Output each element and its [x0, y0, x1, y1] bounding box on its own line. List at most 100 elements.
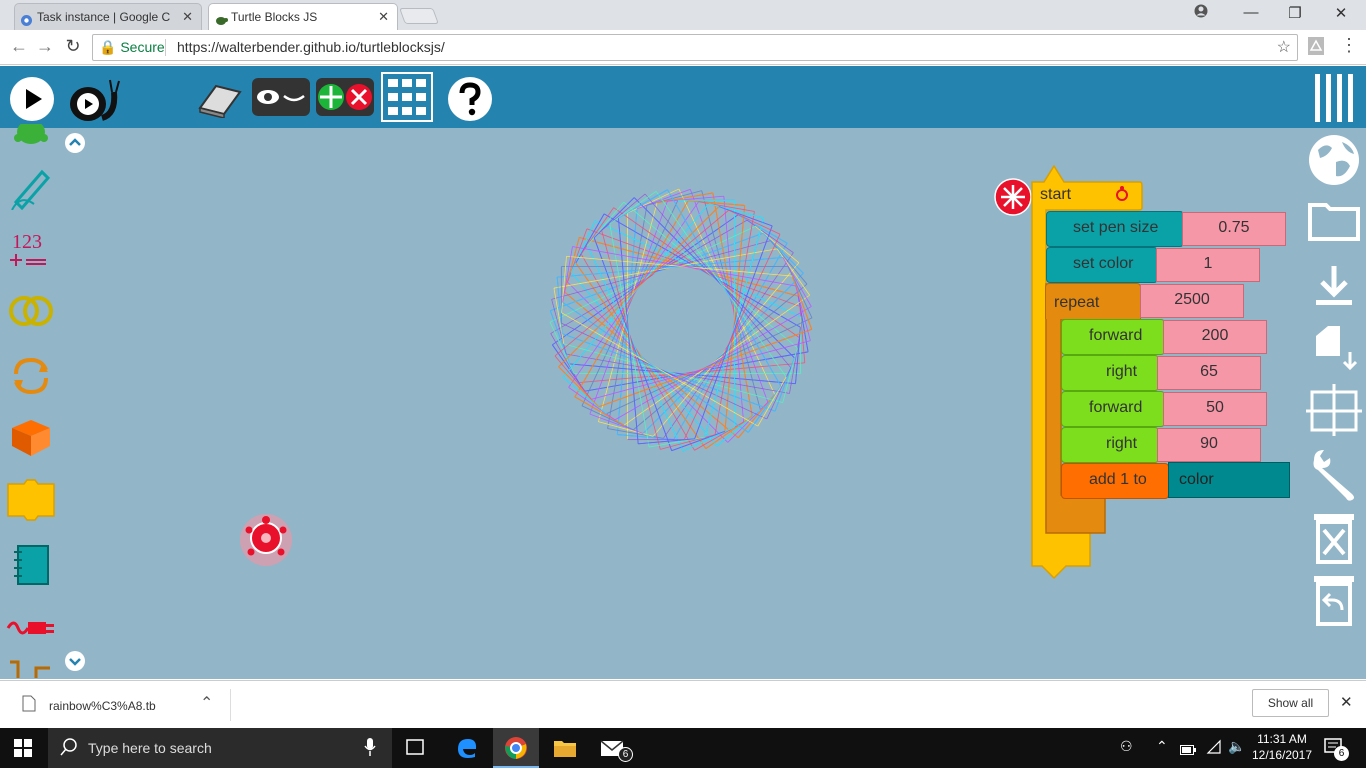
new-tab-button[interactable]	[399, 8, 439, 24]
restore-icon[interactable]: ❐	[1280, 4, 1310, 22]
notebook-icon	[14, 545, 49, 585]
chrome-taskbar-icon[interactable]	[493, 728, 539, 768]
block-label: set pen size	[1073, 219, 1159, 236]
palette-flow[interactable]	[6, 352, 56, 398]
block-label: forward	[1089, 327, 1143, 344]
divider	[230, 689, 231, 721]
edge-icon[interactable]	[456, 737, 478, 764]
save-as-button[interactable]	[1306, 322, 1362, 378]
forward-value[interactable]: 200	[1163, 320, 1267, 354]
back-icon[interactable]: ←	[8, 36, 30, 57]
account-icon[interactable]	[1186, 4, 1216, 22]
palette-extras[interactable]	[6, 658, 56, 679]
run-slow-button[interactable]	[66, 74, 122, 131]
palette-action[interactable]	[6, 478, 56, 524]
forward-icon[interactable]: →	[34, 36, 56, 57]
taskbar-search-box[interactable]: Type here to search	[48, 728, 392, 768]
wrench-icon	[1313, 450, 1354, 501]
spiro-line	[737, 394, 776, 439]
clear-button[interactable]	[194, 78, 244, 123]
grid-icon	[381, 72, 433, 122]
bookmark-star-icon[interactable]: ☆	[1277, 35, 1291, 60]
clock-date: 12/16/2017	[1251, 748, 1313, 762]
show-all-button[interactable]: Show all	[1252, 689, 1329, 717]
right-value[interactable]: 65	[1157, 356, 1261, 390]
repeat-count-value[interactable]: 2500	[1140, 284, 1244, 318]
palette-media[interactable]	[6, 542, 56, 588]
turtle-canvas[interactable]: start set pen size 0.75 set color 1 repe…	[0, 128, 1366, 679]
collapse-stack-button[interactable]	[994, 178, 1032, 221]
grid-button[interactable]	[381, 72, 433, 127]
palette-pen[interactable]	[6, 164, 56, 211]
collapse-icon	[994, 178, 1032, 216]
mail-icon[interactable]: 6	[600, 738, 633, 763]
microphone-icon[interactable]	[364, 738, 376, 761]
main-menu-button[interactable]	[1310, 70, 1358, 131]
file-explorer-icon[interactable]	[553, 738, 577, 763]
forward-value[interactable]: 50	[1163, 392, 1267, 426]
globe-icon	[1309, 135, 1359, 185]
close-icon[interactable]: ✕	[1340, 693, 1353, 711]
load-project-button[interactable]	[1306, 193, 1362, 249]
tab-turtle-blocks[interactable]: Turtle Blocks JS ✕	[208, 3, 398, 30]
mail-badge: 6	[618, 747, 633, 762]
show-grid-button[interactable]	[1306, 382, 1362, 438]
palette-turtle[interactable]	[6, 124, 56, 148]
chevron-up-icon[interactable]: ⌃	[1156, 738, 1168, 755]
crosshair-grid-icon	[1306, 384, 1362, 436]
palette-boolean[interactable]	[6, 288, 56, 334]
volume-icon[interactable]: 🔈	[1228, 738, 1245, 755]
color-box-value[interactable]: color	[1168, 462, 1290, 498]
wifi-icon[interactable]	[1206, 739, 1222, 760]
trash-button[interactable]	[1306, 510, 1362, 566]
restore-icon	[1314, 576, 1354, 626]
minimize-icon[interactable]: —	[1236, 4, 1266, 21]
palette-box[interactable]	[6, 414, 56, 460]
windows-start-button[interactable]	[14, 739, 32, 762]
expand-collapse-button[interactable]	[316, 76, 374, 123]
palette-number[interactable]: 123	[6, 226, 56, 272]
restore-trash-button[interactable]	[1306, 572, 1362, 628]
url-input[interactable]: 🔒 Secure https://walterbender.github.io/…	[92, 34, 1298, 61]
pen-size-value[interactable]: 0.75	[1182, 212, 1286, 246]
spiro-line	[723, 196, 745, 423]
run-button[interactable]	[8, 75, 56, 128]
tab-task-instance[interactable]: Task instance | Google C ✕	[14, 3, 202, 30]
toggle-blocks-button[interactable]	[252, 76, 310, 123]
chevron-down-icon	[65, 651, 85, 671]
close-window-icon[interactable]: ✕	[1326, 4, 1356, 22]
box-icon	[12, 420, 50, 456]
gear-icon	[20, 10, 33, 26]
palette-sensors[interactable]	[6, 604, 56, 650]
tab-title: Turtle Blocks JS	[231, 10, 318, 24]
browser-tab-bar: Task instance | Google C ✕ Turtle Blocks…	[0, 0, 1366, 30]
notification-badge: 6	[1334, 746, 1349, 761]
language-button[interactable]	[1306, 132, 1362, 188]
battery-icon[interactable]	[1180, 742, 1196, 760]
people-icon[interactable]: ⚇	[1120, 738, 1133, 755]
settings-button[interactable]	[1306, 446, 1362, 502]
block-label: forward	[1089, 399, 1143, 416]
trash-icon	[1314, 514, 1354, 564]
spiro-line	[609, 190, 657, 225]
clock[interactable]: 11:31 AM 12/16/2017	[1250, 731, 1314, 763]
save-project-button[interactable]	[1306, 258, 1362, 314]
block-palette: 123	[0, 124, 85, 679]
menu-dots-icon[interactable]: ⋮	[1338, 35, 1360, 56]
reload-icon[interactable]: ↻	[62, 36, 84, 57]
close-icon[interactable]: ✕	[378, 4, 389, 30]
turtle-sprite[interactable]	[236, 512, 296, 573]
help-button[interactable]	[446, 75, 494, 128]
palette-scroll-down-button[interactable]	[64, 650, 86, 677]
pdf-extension-icon[interactable]	[1305, 37, 1327, 60]
block-label: right	[1106, 363, 1138, 380]
close-icon[interactable]: ✕	[182, 4, 193, 30]
right-value[interactable]: 90	[1157, 428, 1261, 462]
palette-scroll-up-button[interactable]	[64, 132, 86, 159]
download-filename[interactable]: rainbow%C3%A8.tb	[49, 699, 156, 713]
notifications-icon[interactable]: 6	[1324, 738, 1349, 761]
chevron-up-icon[interactable]: ⌃	[200, 693, 213, 713]
divider	[165, 39, 166, 56]
task-view-icon[interactable]	[404, 738, 426, 761]
color-value[interactable]: 1	[1156, 248, 1260, 282]
